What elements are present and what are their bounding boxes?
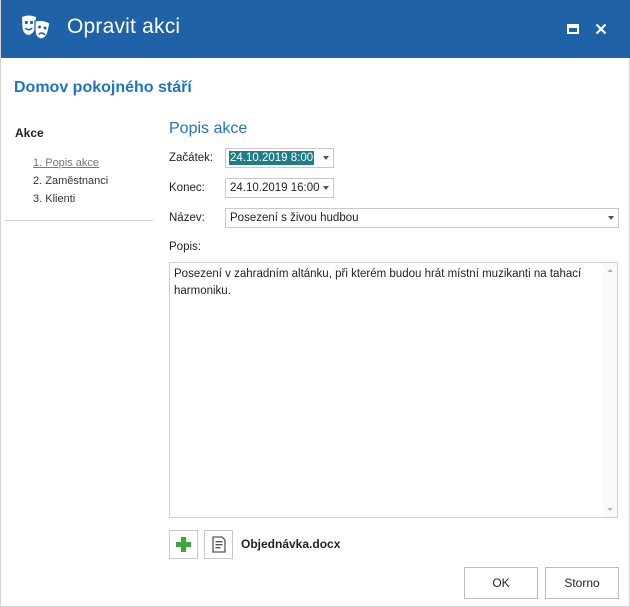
ok-button[interactable]: OK xyxy=(464,567,538,599)
attachment-file-link[interactable]: Objednávka.docx xyxy=(241,537,340,551)
end-datetime-picker[interactable]: 24.10.2019 16:00 xyxy=(225,178,334,198)
window-title: Opravit akci xyxy=(67,15,181,38)
sidebar-step-description[interactable]: 1. Popis akce xyxy=(33,157,99,169)
sidebar-step-employees[interactable]: 2. Zaměstnanci xyxy=(33,175,108,187)
cancel-button[interactable]: Storno xyxy=(545,567,619,599)
document-icon xyxy=(212,536,226,553)
end-label: Konec: xyxy=(169,182,205,194)
start-label: Začátek: xyxy=(169,152,214,164)
name-combobox[interactable]: Posezení s živou hudbou xyxy=(225,208,619,228)
start-datetime-picker[interactable]: 24.10.2019 8:00 xyxy=(225,148,334,168)
close-icon xyxy=(595,23,607,35)
name-label: Název: xyxy=(169,212,205,224)
edit-action-dialog: Opravit akci Domov pokojného stáří Akce … xyxy=(0,0,630,607)
add-attachment-button[interactable] xyxy=(169,530,198,559)
description-text: Posezení v zahradním altánku, při kterém… xyxy=(174,268,582,297)
document-button[interactable] xyxy=(204,530,233,559)
title-bar: Opravit akci xyxy=(1,0,630,58)
chevron-down-icon xyxy=(323,186,329,190)
page-title: Domov pokojného stáří xyxy=(14,79,192,96)
description-textarea[interactable]: Posezení v zahradním altánku, při kterém… xyxy=(169,262,618,518)
scroll-up-icon xyxy=(607,269,613,272)
section-title: Popis akce xyxy=(169,120,248,137)
description-scrollbar[interactable] xyxy=(603,263,617,517)
name-value: Posezení s živou hudbou xyxy=(230,212,359,224)
close-button[interactable] xyxy=(591,19,611,39)
scroll-down-icon xyxy=(607,508,613,511)
theater-masks-icon xyxy=(22,15,51,40)
plus-icon xyxy=(176,537,191,552)
start-datetime-value: 24.10.2019 8:00 xyxy=(229,151,315,165)
end-datetime-value: 24.10.2019 16:00 xyxy=(230,182,320,194)
sidebar-step-clients[interactable]: 3. Klienti xyxy=(33,193,75,205)
sidebar-heading: Akce xyxy=(15,126,44,140)
maximize-button[interactable] xyxy=(563,19,583,39)
chevron-down-icon xyxy=(608,216,614,220)
chevron-down-icon xyxy=(323,156,329,160)
description-label: Popis: xyxy=(169,241,201,253)
maximize-icon xyxy=(567,24,579,34)
sidebar-divider xyxy=(5,220,153,221)
